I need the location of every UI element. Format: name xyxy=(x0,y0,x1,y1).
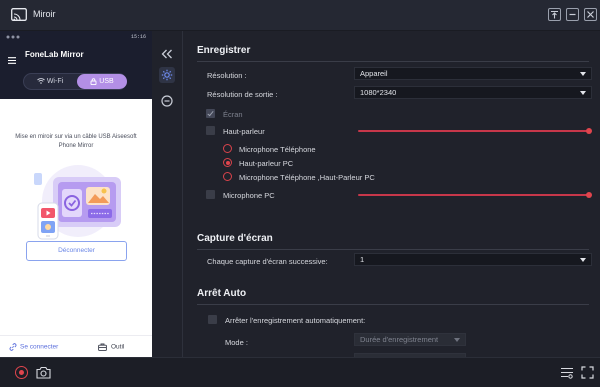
close-icon[interactable] xyxy=(584,8,597,21)
usb-lock-icon xyxy=(90,77,97,85)
record-icon[interactable] xyxy=(15,366,28,379)
tab-wifi[interactable]: Wi-Fi xyxy=(24,74,76,89)
pc-mic-volume-knob[interactable] xyxy=(586,192,592,198)
phone-mirror-panel: 15:16 FoneLab Mirror Wi-Fi USB Mise en m… xyxy=(0,31,152,357)
settings-panel: Enregistrer Résolution : Appareil Résolu… xyxy=(183,31,600,357)
chevron-down-icon xyxy=(580,258,586,262)
output-resolution-label: Résolution de sortie : xyxy=(207,90,278,99)
phone-mirror-illustration xyxy=(34,165,121,240)
radio-pc-speaker[interactable] xyxy=(223,158,232,167)
pc-mic-volume-slider[interactable] xyxy=(358,194,589,196)
successive-capture-value: 1 xyxy=(360,255,365,264)
pin-icon[interactable] xyxy=(548,8,561,21)
mode-value: Durée d'enregistrement xyxy=(360,335,439,344)
side-icon-strip xyxy=(152,31,183,357)
mode-label: Mode : xyxy=(225,338,248,347)
phone-header: 15:16 FoneLab Mirror Wi-Fi USB xyxy=(0,31,152,99)
title-bar: Miroir xyxy=(0,0,600,31)
resolution-select[interactable]: Appareil xyxy=(354,67,592,80)
chevron-down-icon xyxy=(580,91,586,95)
speaker-volume-slider[interactable] xyxy=(358,130,589,132)
link-icon xyxy=(9,343,17,351)
capture-divider xyxy=(197,249,589,250)
successive-capture-label: Chaque capture d'écran successive: xyxy=(207,257,328,266)
output-resolution-value: 1080*2340 xyxy=(360,88,397,97)
wifi-icon xyxy=(37,78,45,84)
chevron-down-icon xyxy=(580,72,586,76)
pc-speaker-label: Haut-parleur PC xyxy=(239,159,294,168)
pc-mic-checkbox[interactable] xyxy=(206,190,215,199)
pc-mic-label: Microphone PC xyxy=(223,191,275,200)
auto-stop-section-title: Arrêt Auto xyxy=(197,288,247,299)
capture-section-title: Capture d'écran xyxy=(197,233,273,244)
phone-status-bar: 15:16 xyxy=(6,34,146,42)
minus-circle-icon[interactable] xyxy=(159,93,175,109)
record-section-title: Enregistrer xyxy=(197,45,251,56)
mirror-description: Mise en miroir sur via un câble USB Aise… xyxy=(15,134,137,149)
tab-usb[interactable]: USB xyxy=(77,74,127,89)
radio-phone-mic-pc-speaker[interactable] xyxy=(223,172,232,181)
phone-app-name: FoneLab Mirror xyxy=(25,50,84,59)
app-logo-icon xyxy=(11,8,27,21)
phone-mic-pc-speaker-label: Microphone Téléphone ,Haut-Parleur PC xyxy=(239,173,375,182)
tools-label: Outil xyxy=(111,343,125,351)
fullscreen-icon[interactable] xyxy=(581,366,595,379)
bottom-toolbar xyxy=(0,357,600,387)
tools-link[interactable]: Outil xyxy=(98,343,124,351)
phone-mic-label: Microphone Téléphone xyxy=(239,145,316,154)
speaker-label: Haut-parleur xyxy=(223,127,265,136)
auto-stop-divider xyxy=(197,304,589,305)
phone-body: Mise en miroir sur via un câble USB Aise… xyxy=(0,99,152,357)
successive-capture-select[interactable]: 1 xyxy=(354,253,592,266)
settings-icon[interactable] xyxy=(159,67,175,83)
screen-label: Écran xyxy=(223,110,243,119)
list-settings-icon[interactable] xyxy=(560,366,574,379)
radio-phone-mic[interactable] xyxy=(223,144,232,153)
record-divider xyxy=(197,61,589,62)
speaker-volume-knob[interactable] xyxy=(586,128,592,134)
resolution-label: Résolution : xyxy=(207,71,247,80)
hamburger-menu-icon[interactable] xyxy=(8,51,16,64)
toolbox-icon xyxy=(98,343,107,351)
chevron-down-icon xyxy=(454,338,460,342)
auto-stop-checkbox[interactable] xyxy=(208,315,217,324)
status-indicators-icon xyxy=(6,35,20,39)
footer-divider xyxy=(0,335,152,336)
speaker-checkbox[interactable] xyxy=(206,126,215,135)
resolution-value: Appareil xyxy=(360,69,388,78)
status-time: 15:16 xyxy=(130,34,146,40)
collapse-icon[interactable] xyxy=(161,46,173,59)
screen-checkbox[interactable] xyxy=(206,109,215,118)
camera-icon[interactable] xyxy=(36,366,51,379)
connect-link[interactable]: Se connecter xyxy=(9,343,58,351)
disconnect-button[interactable]: Déconnecter xyxy=(26,241,127,261)
tab-usb-label: USB xyxy=(99,78,114,85)
minimize-icon[interactable] xyxy=(566,8,579,21)
window-title: Miroir xyxy=(33,9,56,19)
connect-label: Se connecter xyxy=(20,343,59,351)
mode-select[interactable]: Durée d'enregistrement xyxy=(354,333,466,346)
tab-wifi-label: Wi-Fi xyxy=(46,78,64,85)
connection-tabs: Wi-Fi USB xyxy=(23,73,127,90)
auto-stop-label: Arrêter l'enregistrement automatiquement… xyxy=(225,316,366,325)
output-resolution-select[interactable]: 1080*2340 xyxy=(354,86,592,99)
